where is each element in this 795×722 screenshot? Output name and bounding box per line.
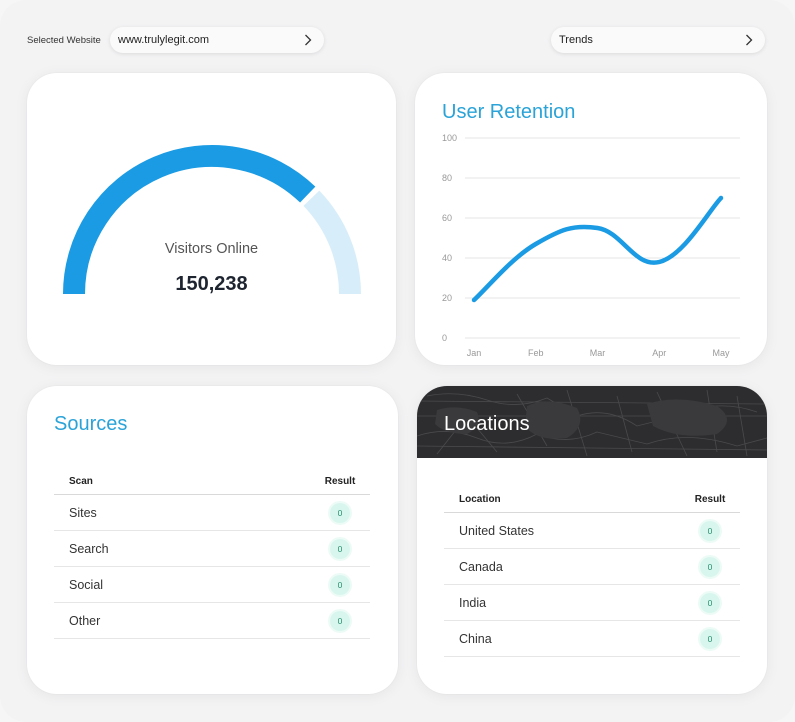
column-header-result: Result bbox=[694, 494, 726, 505]
locations-table: Location Result United States 0 Canada 0… bbox=[444, 487, 740, 657]
result-badge: 0 bbox=[330, 610, 350, 631]
x-tick-label: Jan bbox=[467, 348, 482, 358]
user-retention-card: User Retention 100 80 60 40 20 0 Jan Feb Mar Apr M… bbox=[415, 73, 767, 365]
result-badge: 0 bbox=[700, 520, 720, 541]
website-selector-value: www.trulylegit.com bbox=[118, 34, 210, 46]
result-badge: 0 bbox=[700, 556, 720, 577]
visitors-online-label: Visitors Online bbox=[164, 241, 259, 257]
sources-title: Sources bbox=[54, 413, 128, 435]
y-tick-label: 0 bbox=[442, 333, 447, 343]
chevron-right-icon bbox=[743, 34, 755, 46]
location-name: China bbox=[459, 631, 492, 646]
x-tick-label: Apr bbox=[652, 348, 666, 358]
retention-series-line bbox=[471, 195, 724, 303]
table-row[interactable]: Other 0 bbox=[54, 603, 370, 639]
locations-card: Locations Location Result United States … bbox=[417, 386, 767, 694]
table-row[interactable]: Canada 0 bbox=[444, 549, 740, 585]
x-tick-label: May bbox=[712, 348, 730, 358]
table-row[interactable]: India 0 bbox=[444, 585, 740, 621]
column-header-location: Location bbox=[459, 494, 501, 505]
selected-website-label: Selected Website bbox=[27, 35, 101, 46]
visitors-online-card: Visitors Online 150,238 bbox=[27, 73, 396, 365]
y-tick-label: 60 bbox=[442, 213, 452, 223]
sources-card: Sources Scan Result Sites 0 Search 0 Soc… bbox=[27, 386, 398, 694]
sources-table-header: Scan Result bbox=[54, 469, 370, 495]
locations-title: Locations bbox=[444, 413, 530, 435]
retention-data-point bbox=[657, 260, 662, 264]
table-row[interactable]: Sites 0 bbox=[54, 495, 370, 531]
table-row[interactable]: Social 0 bbox=[54, 567, 370, 603]
chevron-right-icon bbox=[302, 34, 314, 46]
x-tick-label: Feb bbox=[528, 348, 544, 358]
y-tick-label: 20 bbox=[442, 293, 452, 303]
y-tick-label: 40 bbox=[442, 253, 452, 263]
result-badge: 0 bbox=[330, 538, 350, 559]
view-selector[interactable]: Trends bbox=[551, 27, 765, 53]
locations-header: Locations bbox=[417, 386, 767, 458]
location-name: India bbox=[459, 595, 487, 610]
table-row[interactable]: United States 0 bbox=[444, 513, 740, 549]
column-header-scan: Scan bbox=[69, 476, 93, 487]
visitors-online-value: 150,238 bbox=[175, 273, 248, 295]
column-header-result: Result bbox=[324, 476, 356, 487]
locations-table-header: Location Result bbox=[444, 487, 740, 513]
y-tick-label: 100 bbox=[442, 133, 457, 143]
retention-data-point bbox=[533, 242, 538, 246]
retention-data-point bbox=[595, 226, 600, 230]
result-badge: 0 bbox=[330, 574, 350, 595]
result-badge: 0 bbox=[700, 628, 720, 649]
table-row[interactable]: China 0 bbox=[444, 621, 740, 657]
visitors-gauge bbox=[63, 145, 361, 295]
table-row[interactable]: Search 0 bbox=[54, 531, 370, 567]
y-tick-label: 80 bbox=[442, 173, 452, 183]
view-selector-value: Trends bbox=[559, 34, 593, 46]
source-name: Search bbox=[69, 541, 109, 556]
location-name: United States bbox=[459, 523, 535, 538]
x-tick-label: Mar bbox=[590, 348, 606, 358]
dashboard-frame: Selected Website www.trulylegit.com Tren… bbox=[0, 0, 795, 722]
result-badge: 0 bbox=[330, 502, 350, 523]
sources-table: Scan Result Sites 0 Search 0 Social 0 Ot… bbox=[54, 469, 370, 639]
retention-data-point bbox=[472, 298, 476, 302]
source-name: Sites bbox=[69, 505, 97, 520]
user-retention-chart: 100 80 60 40 20 0 Jan Feb Mar Apr May bbox=[442, 133, 740, 358]
source-name: Social bbox=[69, 577, 104, 592]
location-name: Canada bbox=[459, 559, 503, 574]
website-selector[interactable]: www.trulylegit.com bbox=[110, 27, 324, 53]
result-badge: 0 bbox=[700, 592, 720, 613]
source-name: Other bbox=[69, 613, 101, 628]
retention-data-point bbox=[719, 196, 723, 200]
